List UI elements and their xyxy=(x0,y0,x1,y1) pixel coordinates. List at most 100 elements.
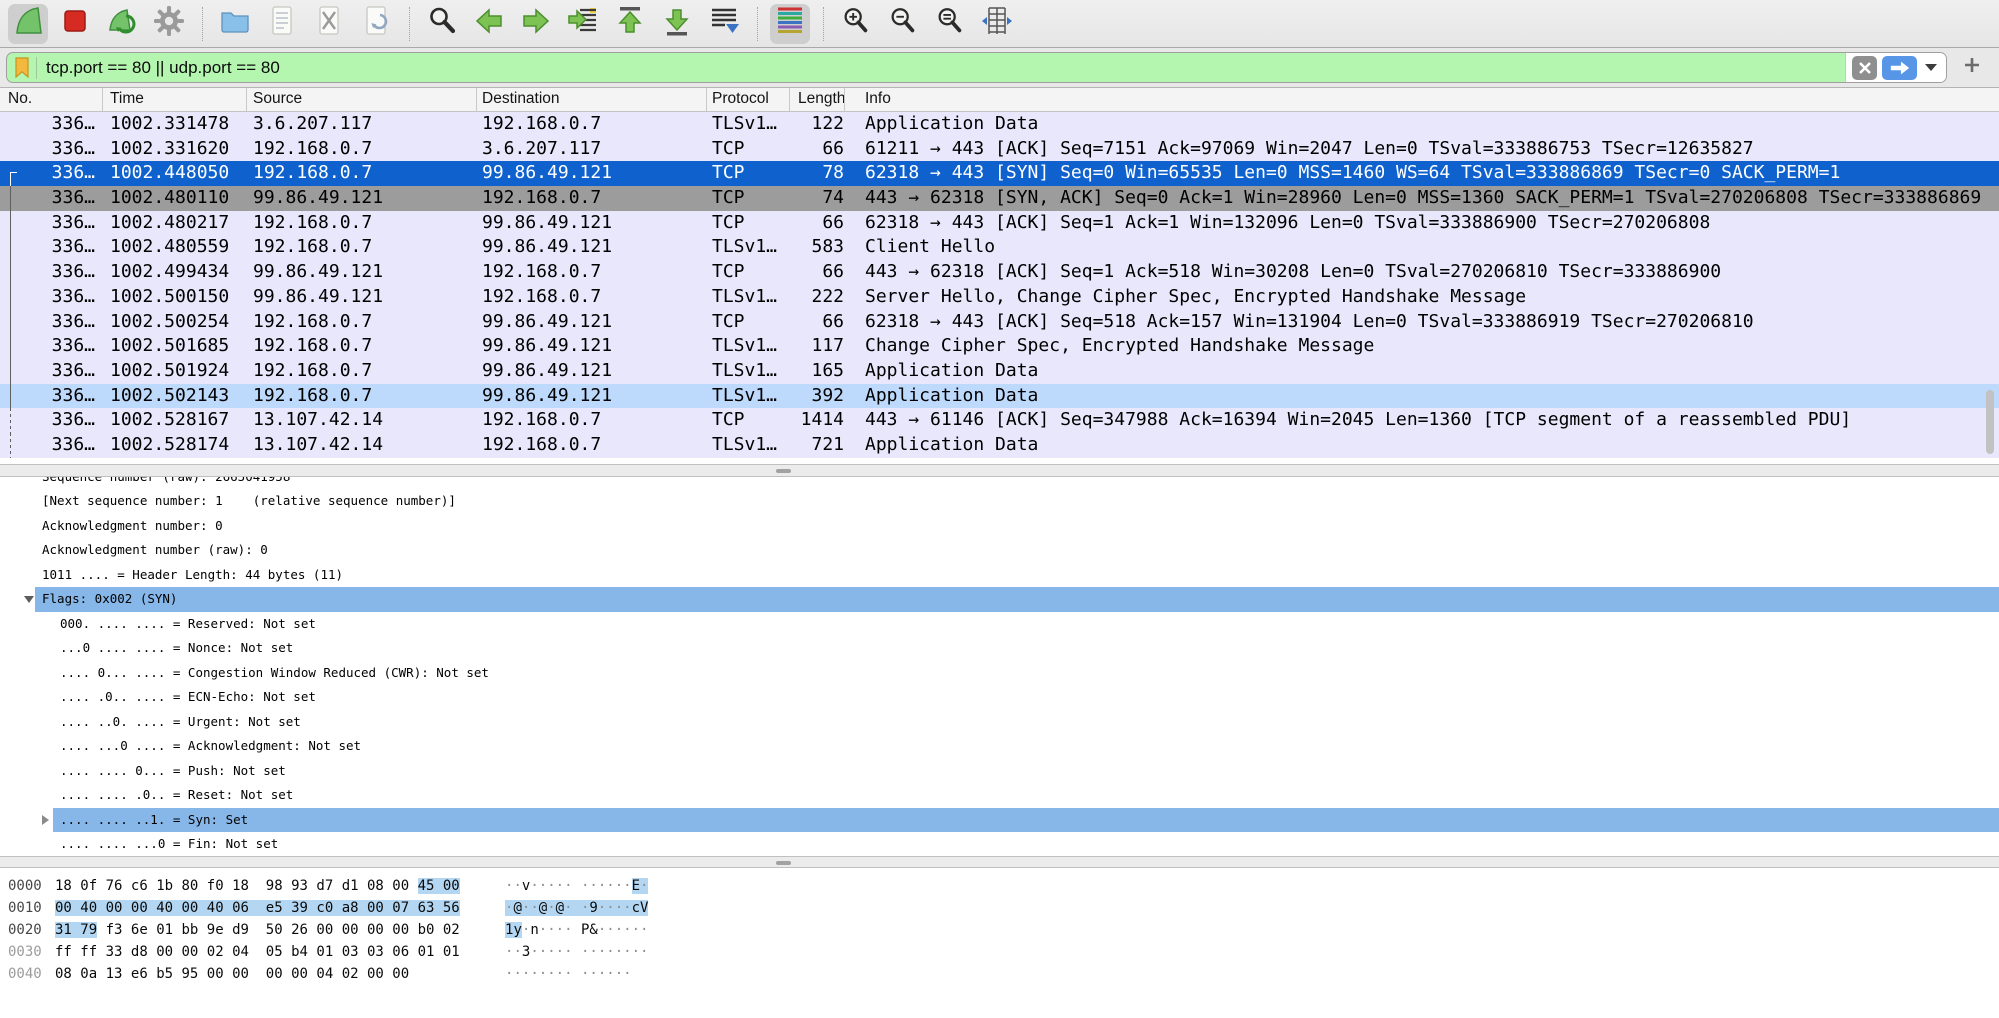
detail-text: .... .... ...0 = Fin: Not set xyxy=(60,832,278,856)
scrollbar-thumb[interactable] xyxy=(1986,390,1994,454)
go-to-top-button[interactable] xyxy=(610,4,650,44)
packet-row[interactable]: 336…1002.3314783.6.207.117192.168.0.7TLS… xyxy=(0,112,1999,137)
column-header-destination[interactable]: Destination xyxy=(477,88,707,111)
packet-row[interactable]: 336…1002.480559192.168.0.799.86.49.121TL… xyxy=(0,235,1999,260)
go-to-packet-button[interactable] xyxy=(563,4,603,44)
packet-row[interactable]: 336…1002.480217192.168.0.799.86.49.121TC… xyxy=(0,211,1999,236)
auto-scroll-button[interactable] xyxy=(704,4,744,44)
cell-destination: 192.168.0.7 xyxy=(477,260,707,285)
zoom-in-icon xyxy=(840,5,872,42)
packet-row[interactable]: 336…1002.49943499.86.49.121192.168.0.7TC… xyxy=(0,260,1999,285)
hex-byte: b0 xyxy=(418,922,435,938)
zoom-out-button[interactable] xyxy=(883,4,923,44)
reload-file-button[interactable] xyxy=(356,4,396,44)
pane-splitter[interactable] xyxy=(0,464,1999,477)
cell-time: 1002.501685 xyxy=(103,334,247,359)
hex-byte: 00 xyxy=(367,966,384,982)
hex-byte: 01 xyxy=(156,922,173,938)
detail-tree-row[interactable]: .... ...0 .... = Acknowledgment: Not set xyxy=(0,734,1999,759)
detail-tree-row[interactable]: .... 0... .... = Congestion Window Reduc… xyxy=(0,661,1999,686)
detail-tree-row[interactable]: .... .0.. .... = ECN-Echo: Not set xyxy=(0,685,1999,710)
go-to-bottom-button[interactable] xyxy=(657,4,697,44)
detail-tree-row[interactable]: .... ..0. .... = Urgent: Not set xyxy=(0,710,1999,735)
ascii-char: V xyxy=(640,900,648,916)
column-header-length[interactable]: Length xyxy=(790,88,845,111)
arrow-right-icon xyxy=(519,4,553,43)
packet-row[interactable]: 336…1002.501685192.168.0.799.86.49.121TL… xyxy=(0,334,1999,359)
go-forward-button[interactable] xyxy=(516,4,556,44)
cell-time: 1002.480559 xyxy=(103,235,247,260)
expander-open-icon[interactable] xyxy=(24,596,34,603)
stream-line-icon xyxy=(10,186,11,211)
detail-tree-row[interactable]: [Next sequence number: 1 (relative seque… xyxy=(0,489,1999,514)
detail-tree-row[interactable]: .... .... ...0 = Fin: Not set xyxy=(0,832,1999,856)
packet-row[interactable]: 336…1002.501924192.168.0.799.86.49.121TL… xyxy=(0,359,1999,384)
packet-row[interactable]: 336…1002.502143192.168.0.799.86.49.121TL… xyxy=(0,384,1999,409)
packet-row[interactable]: 336…1002.52817413.107.42.14192.168.0.7TL… xyxy=(0,433,1999,458)
zoom-in-button[interactable] xyxy=(836,4,876,44)
hex-row[interactable]: 0030ff ff 33 d8 00 00 02 04 05 b4 01 03 … xyxy=(0,941,1999,963)
filter-value[interactable]: tcp.port == 80 || udp.port == 80 xyxy=(46,58,1845,78)
start-capture-button[interactable] xyxy=(8,4,48,44)
hex-byte: f0 xyxy=(207,878,224,894)
hex-row[interactable]: 001000 40 00 00 40 00 40 06 e5 39 c0 a8 … xyxy=(0,897,1999,919)
packet-row[interactable]: 336…1002.331620192.168.0.73.6.207.117TCP… xyxy=(0,137,1999,162)
colorize-packets-button[interactable] xyxy=(770,4,810,44)
detail-tree-row[interactable]: Acknowledgment number (raw): 0 xyxy=(0,538,1999,563)
display-filter-input[interactable]: tcp.port == 80 || udp.port == 80 xyxy=(6,52,1947,83)
splitter-handle-icon[interactable] xyxy=(776,469,791,473)
add-filter-button[interactable] xyxy=(1955,56,1989,79)
go-back-button[interactable] xyxy=(469,4,509,44)
packet-row[interactable]: 336…1002.48011099.86.49.121192.168.0.7TC… xyxy=(0,186,1999,211)
hex-gap xyxy=(434,878,442,894)
stop-capture-button[interactable] xyxy=(55,4,95,44)
detail-tree-row[interactable]: .... .... ..1. = Syn: Set xyxy=(0,808,1999,833)
auto-scroll-icon xyxy=(707,4,741,43)
detail-tree-row[interactable]: ...0 .... .... = Nonce: Not set xyxy=(0,636,1999,661)
p​ane-splitter[interactable] xyxy=(0,856,1999,868)
hex-byte: 39 xyxy=(291,900,308,916)
detail-tree-row[interactable]: Sequence number (raw): 2665041958 xyxy=(0,477,1999,489)
detail-tree-row[interactable]: .... .... .0.. = Reset: Not set xyxy=(0,783,1999,808)
detail-tree-row[interactable]: 1011 .... = Header Length: 44 bytes (11) xyxy=(0,563,1999,588)
filter-apply-button[interactable] xyxy=(1882,56,1917,80)
bookmark-icon[interactable] xyxy=(15,57,29,78)
column-header-protocol[interactable]: Protocol xyxy=(707,88,790,111)
open-file-button[interactable] xyxy=(215,4,255,44)
capture-options-button[interactable] xyxy=(149,4,189,44)
column-header-info[interactable]: Info xyxy=(845,88,1999,111)
cell-info: Server Hello, Change Cipher Spec, Encryp… xyxy=(845,285,1999,310)
hex-row[interactable]: 004008 0a 13 e6 b5 95 00 00 00 00 04 02 … xyxy=(0,963,1999,985)
packet-row[interactable]: 336…1002.500254192.168.0.799.86.49.121TC… xyxy=(0,310,1999,335)
hex-gap xyxy=(359,922,367,938)
column-header-no[interactable]: No. xyxy=(0,88,103,111)
zoom-reset-button[interactable] xyxy=(930,4,970,44)
save-file-button[interactable] xyxy=(262,4,302,44)
toolbar-separator xyxy=(409,7,410,41)
close-file-button[interactable] xyxy=(309,4,349,44)
detail-text: Acknowledgment number (raw): 0 xyxy=(42,538,268,563)
packet-row[interactable]: 336…1002.448050192.168.0.799.86.49.121TC… xyxy=(0,161,1999,186)
filter-clear-button[interactable] xyxy=(1852,56,1877,80)
splitter-handle-icon[interactable] xyxy=(776,861,791,865)
cell-protocol: TLSv1… xyxy=(707,334,790,359)
column-header-source[interactable]: Source xyxy=(247,88,477,111)
hex-byte: 76 xyxy=(106,878,123,894)
restart-capture-button[interactable] xyxy=(102,4,142,44)
packet-row[interactable]: 336…1002.52816713.107.42.14192.168.0.7TC… xyxy=(0,408,1999,433)
packet-row[interactable]: 336…1002.50015099.86.49.121192.168.0.7TL… xyxy=(0,285,1999,310)
detail-tree-row[interactable]: .... .... 0... = Push: Not set xyxy=(0,759,1999,784)
cell-length: 66 xyxy=(790,137,845,162)
ascii-char: · xyxy=(623,966,631,982)
chevron-down-icon[interactable] xyxy=(1925,64,1937,71)
expander-closed-icon[interactable] xyxy=(42,815,49,825)
detail-tree-row[interactable]: 000. .... .... = Reserved: Not set xyxy=(0,612,1999,637)
hex-row[interactable]: 002031 79 f3 6e 01 bb 9e d9 50 26 00 00 … xyxy=(0,919,1999,941)
hex-row[interactable]: 000018 0f 76 c6 1b 80 f0 18 98 93 d7 d1 … xyxy=(0,875,1999,897)
detail-tree-row[interactable]: Flags: 0x002 (SYN) xyxy=(0,587,1999,612)
resize-columns-button[interactable] xyxy=(977,4,1017,44)
reload-file-icon xyxy=(359,4,393,43)
detail-tree-row[interactable]: Acknowledgment number: 0 xyxy=(0,514,1999,539)
column-header-time[interactable]: Time xyxy=(103,88,247,111)
find-packet-button[interactable] xyxy=(422,4,462,44)
